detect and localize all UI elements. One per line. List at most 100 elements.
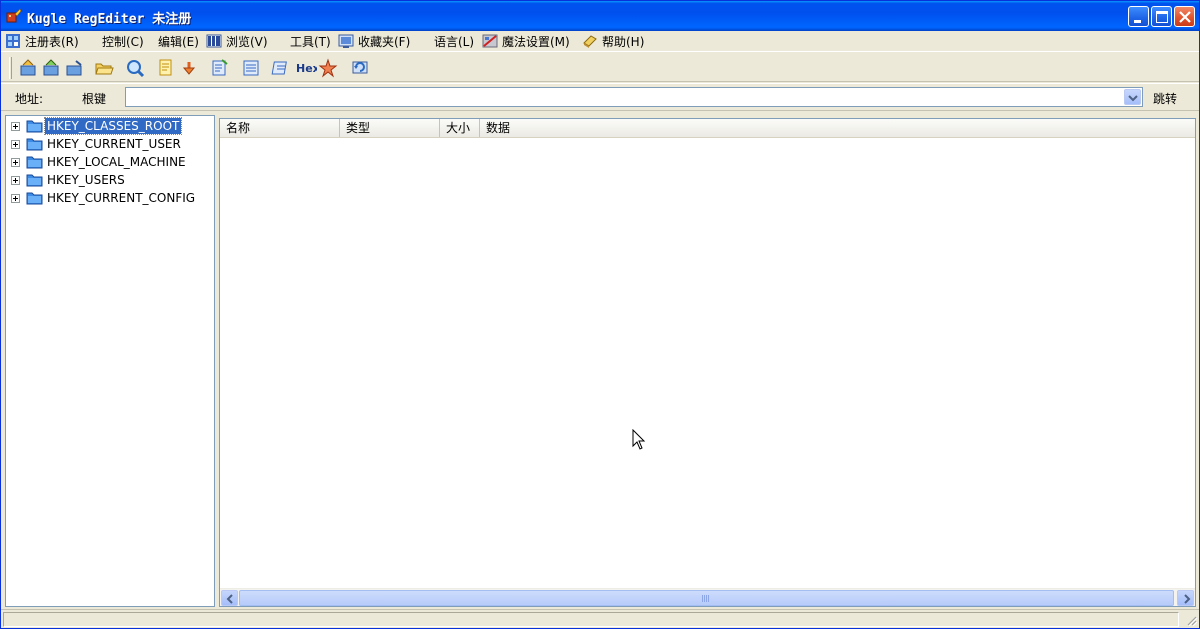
tree-item-label: HKEY_CLASSES_ROOT [43,117,183,135]
menu-registry-label: 注册表(R) [25,35,79,49]
edit-value-icon [271,61,287,75]
search-button[interactable] [125,58,145,78]
import-button[interactable] [179,58,199,78]
maximize-icon [1156,11,1168,23]
mouse-cursor-icon [632,429,646,450]
go-button[interactable]: 跳转 [1153,90,1177,107]
horizontal-scrollbar[interactable] [220,588,1195,606]
favorites-icon [338,34,354,48]
help-book-icon [583,35,597,48]
expand-icon[interactable] [11,194,20,203]
edit-value-button[interactable] [271,58,291,78]
menu-help-label: 帮助(H) [602,35,645,49]
tree-item-label: HKEY_USERS [47,173,125,187]
list-header: 名称 类型 大小 数据 [220,119,1195,138]
registry-disconnect-icon [66,60,82,76]
hex-view-button[interactable]: Hex [295,58,317,78]
registry-connect-icon [20,59,36,76]
app-window: Kugle RegEditer 未注册 注册表(R) 控制(C) 编辑(E) 浏… [0,0,1200,629]
resize-grip-icon[interactable] [1185,614,1197,626]
menu-edit-label: 编辑(E) [158,35,199,49]
toolbar: Hex [1,53,1199,82]
expand-icon[interactable] [11,122,20,131]
favorite-star-icon [318,58,338,78]
connect-remote-button[interactable] [41,58,61,78]
address-combobox[interactable] [125,87,1143,107]
menu-help[interactable]: 帮助(H) [582,33,644,51]
menu-control-label: 控制(C) [102,35,144,49]
menu-registry[interactable]: 注册表(R) [5,33,79,51]
status-bar [1,609,1199,628]
connect-local-button[interactable] [18,58,38,78]
magic-settings-icon [482,34,498,48]
search-icon [127,60,145,78]
minimize-icon [1134,20,1141,23]
tree-item-hklm[interactable]: HKEY_LOCAL_MACHINE [6,153,214,171]
menu-edit[interactable]: 编辑(E) [158,33,199,51]
view-columns-icon [206,34,222,48]
scroll-left-button[interactable] [221,590,238,606]
favorites-add-button[interactable] [318,58,338,78]
menu-view[interactable]: 浏览(V) [206,33,268,51]
menu-favorites[interactable]: 收藏夹(F) [338,33,410,51]
registry-remote-icon [43,59,59,76]
scrollbar-grip [702,595,710,602]
values-list[interactable]: 名称 类型 大小 数据 [219,118,1196,607]
folder-icon [26,174,43,187]
expand-icon[interactable] [11,158,20,167]
title-bar[interactable]: Kugle RegEditer 未注册 [1,1,1199,31]
folder-icon [26,156,43,169]
export-document-icon [159,59,172,76]
address-dropdown-button[interactable] [1124,89,1141,105]
new-key-button[interactable] [210,58,230,78]
refresh-button[interactable] [350,58,370,78]
scrollbar-thumb[interactable] [239,590,1174,606]
chevron-right-icon [1184,594,1191,604]
expand-icon[interactable] [11,176,20,185]
tree-item-hkcu[interactable]: HKEY_CURRENT_USER [6,135,214,153]
tree-item-hkcr[interactable]: HKEY_CLASSES_ROOT [6,117,214,135]
value-list-icon [243,60,259,76]
new-key-icon [212,59,228,76]
list-body[interactable] [220,138,1195,588]
column-header-name[interactable]: 名称 [220,119,340,137]
scroll-right-button[interactable] [1177,590,1194,606]
expand-icon[interactable] [11,140,20,149]
address-label: 地址: [15,92,44,106]
menu-favorites-label: 收藏夹(F) [358,35,411,49]
tree-item-label: HKEY_CURRENT_USER [47,137,181,151]
address-root-label: 根键 [82,92,107,106]
toolbar-grip[interactable] [9,57,12,79]
menu-magic-settings[interactable]: 魔法设置(M) [482,33,570,51]
app-icon [6,8,22,23]
menu-tools[interactable]: 工具(T) [290,33,331,51]
status-panel [3,612,1179,627]
open-button[interactable] [94,58,114,78]
export-button[interactable] [156,58,176,78]
open-folder-icon [95,63,114,75]
hex-label: Hex [296,62,317,75]
minimize-button[interactable] [1128,6,1149,27]
maximize-button[interactable] [1151,6,1172,27]
refresh-icon [352,61,368,74]
registry-tree[interactable]: HKEY_CLASSES_ROOT HKEY_CURRENT_USER HKEY… [5,115,215,607]
column-header-type[interactable]: 类型 [340,119,440,137]
tree-item-label: HKEY_LOCAL_MACHINE [47,155,186,169]
menu-language-label: 语言(L) [434,35,475,49]
column-header-data[interactable]: 数据 [480,119,1195,137]
new-value-button[interactable] [241,58,261,78]
tree-item-hkcc[interactable]: HKEY_CURRENT_CONFIG [6,189,214,207]
menu-language[interactable]: 语言(L) [434,33,474,51]
menu-tools-label: 工具(T) [290,35,331,49]
menu-control[interactable]: 控制(C) [102,33,144,51]
address-input[interactable] [128,89,1118,105]
column-header-size[interactable]: 大小 [440,119,480,137]
close-button[interactable] [1174,6,1195,27]
chevron-down-icon [1128,95,1138,102]
disconnect-button[interactable] [64,58,84,78]
tree-item-hku[interactable]: HKEY_USERS [6,171,214,189]
tree-item-label: HKEY_CURRENT_CONFIG [47,191,196,205]
registry-icon [6,34,20,48]
window-title: Kugle RegEditer 未注册 [27,12,192,27]
hex-icon: Hex [296,62,317,75]
